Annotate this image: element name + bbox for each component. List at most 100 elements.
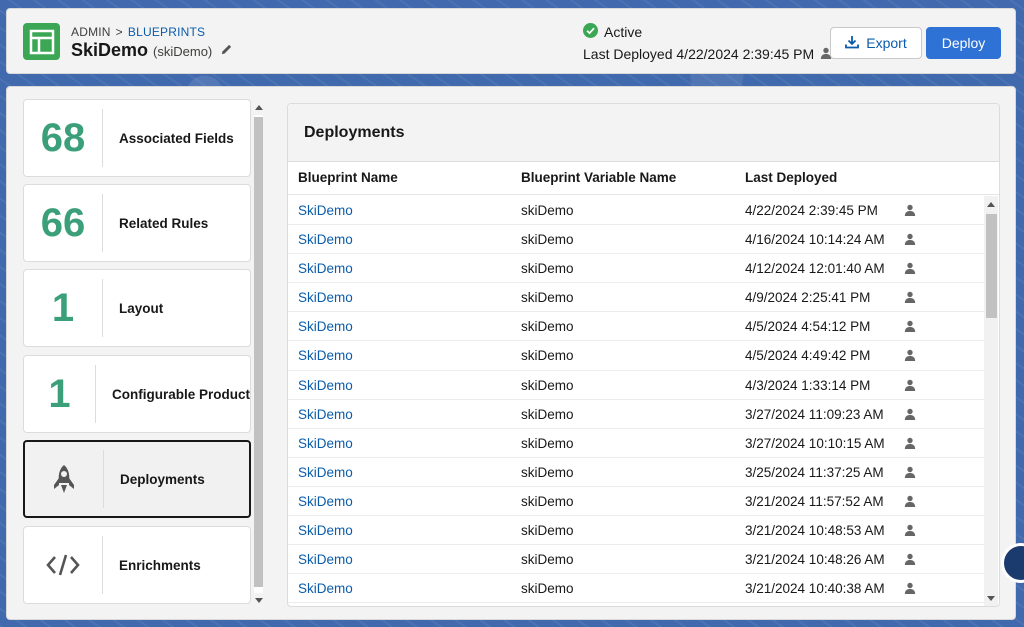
page-header: ADMIN > BLUEPRINTS SkiDemo (skiDemo) Activ… xyxy=(6,8,1016,74)
user-icon[interactable] xyxy=(904,495,917,508)
user-icon[interactable] xyxy=(904,291,917,304)
user-icon[interactable] xyxy=(904,320,917,333)
card-related-rules[interactable]: 66 Related Rules xyxy=(23,184,251,262)
scroll-down-icon[interactable] xyxy=(255,598,263,603)
blueprint-app-icon xyxy=(23,23,60,60)
last-deployed-cell: 4/16/2024 10:14:24 AM xyxy=(745,232,885,248)
variable-name-cell: skiDemo xyxy=(521,435,574,451)
breadcrumb-blueprints[interactable]: BLUEPRINTS xyxy=(128,25,205,39)
card-deployments[interactable]: Deployments xyxy=(23,440,251,518)
blueprint-name-link[interactable]: SkiDemo xyxy=(298,348,353,363)
breadcrumb-root[interactable]: ADMIN xyxy=(71,25,111,39)
scroll-up-icon[interactable] xyxy=(255,105,263,110)
deployments-table-body: SkiDemo skiDemo 4/22/2024 2:39:45 PM SkiDem… xyxy=(288,196,984,604)
variable-name-cell: skiDemo xyxy=(521,523,574,539)
last-deployed-cell: 4/12/2024 12:01:40 AM xyxy=(745,261,885,277)
column-header-last-deployed[interactable]: Last Deployed xyxy=(745,170,837,185)
blueprint-name-link[interactable]: SkiDemo xyxy=(298,290,353,305)
user-icon[interactable] xyxy=(904,524,917,537)
card-associated-fields[interactable]: 68 Associated Fields xyxy=(23,99,251,177)
scroll-down-icon[interactable] xyxy=(987,596,995,601)
user-icon[interactable] xyxy=(904,204,917,217)
page-subtitle: (skiDemo) xyxy=(153,44,213,59)
card-label: Configurable Product xyxy=(112,386,250,402)
card-label: Deployments xyxy=(120,471,205,487)
blueprint-name-link[interactable]: SkiDemo xyxy=(298,407,353,422)
variable-name-cell: skiDemo xyxy=(521,552,574,568)
blueprint-name-link[interactable]: SkiDemo xyxy=(298,552,353,567)
pencil-icon[interactable] xyxy=(220,43,234,57)
last-deployed-cell: 4/9/2024 2:25:41 PM xyxy=(745,290,871,306)
user-icon[interactable] xyxy=(904,262,917,275)
last-deployed-text: Last Deployed 4/22/2024 2:39:45 PM xyxy=(583,46,815,62)
blueprint-name-link[interactable]: SkiDemo xyxy=(298,232,353,247)
last-deployed-cell: 3/27/2024 11:09:23 AM xyxy=(745,406,884,422)
user-icon[interactable] xyxy=(904,466,917,479)
table-row: SkiDemo skiDemo 4/16/2024 10:14:24 AM xyxy=(288,225,984,255)
last-deployed-cell: 4/5/2024 4:49:42 PM xyxy=(745,348,871,364)
user-icon[interactable] xyxy=(904,379,917,392)
blueprint-name-link[interactable]: SkiDemo xyxy=(298,436,353,451)
cards-scrollbar[interactable] xyxy=(252,101,264,607)
blueprint-name-link[interactable]: SkiDemo xyxy=(298,261,353,276)
card-enrichments[interactable]: Enrichments xyxy=(23,526,251,604)
last-deployed-cell: 3/21/2024 11:57:52 AM xyxy=(745,493,884,509)
status-text: Active xyxy=(604,24,643,40)
variable-name-cell: skiDemo xyxy=(521,493,574,509)
table-row: SkiDemo skiDemo 4/5/2024 4:49:42 PM xyxy=(288,341,984,371)
blueprint-name-link[interactable]: SkiDemo xyxy=(298,319,353,334)
column-header-variable-name[interactable]: Blueprint Variable Name xyxy=(521,170,676,185)
user-icon[interactable] xyxy=(904,349,917,362)
user-icon[interactable] xyxy=(904,437,917,450)
variable-name-cell: skiDemo xyxy=(521,203,574,218)
card-value: 1 xyxy=(48,371,71,416)
export-button[interactable]: Export xyxy=(830,27,922,59)
last-deployed-cell: 3/25/2024 11:37:25 AM xyxy=(745,464,884,480)
last-deployed-cell: 3/27/2024 10:10:15 AM xyxy=(745,435,885,451)
variable-name-cell: skiDemo xyxy=(521,290,574,306)
last-deployed-cell: 4/3/2024 1:33:14 PM xyxy=(745,377,871,393)
table-row: SkiDemo skiDemo 4/12/2024 12:01:40 AM xyxy=(288,254,984,284)
variable-name-cell: skiDemo xyxy=(521,232,574,248)
scroll-up-icon[interactable] xyxy=(987,202,995,207)
deploy-button-label: Deploy xyxy=(941,35,986,51)
deploy-button[interactable]: Deploy xyxy=(926,27,1001,59)
blueprint-name-link[interactable]: SkiDemo xyxy=(298,378,353,393)
blueprint-name-link[interactable]: SkiDemo xyxy=(298,494,353,509)
deployments-panel: Deployments Blueprint Name Blueprint Var… xyxy=(287,103,1000,607)
card-layout[interactable]: 1 Layout xyxy=(23,269,251,347)
blueprint-name-link[interactable]: SkiDemo xyxy=(298,523,353,538)
table-row: SkiDemo skiDemo 4/9/2024 2:25:41 PM xyxy=(288,283,984,313)
card-label: Related Rules xyxy=(119,215,209,231)
table-row: SkiDemo skiDemo 3/27/2024 11:09:23 AM xyxy=(288,400,984,429)
variable-name-cell: skiDemo xyxy=(521,406,574,422)
last-deployed-cell: 3/21/2024 10:48:26 AM xyxy=(745,552,885,568)
user-icon[interactable] xyxy=(904,233,917,246)
variable-name-cell: skiDemo xyxy=(521,377,574,393)
user-icon[interactable] xyxy=(904,553,917,566)
table-row: SkiDemo skiDemo 3/21/2024 11:57:52 AM xyxy=(288,487,984,517)
table-header: Blueprint Name Blueprint Variable Name L… xyxy=(288,162,999,195)
table-row: SkiDemo skiDemo 4/5/2024 4:54:12 PM xyxy=(288,312,984,342)
blueprint-name-link[interactable]: SkiDemo xyxy=(298,465,353,480)
page-title: SkiDemo xyxy=(71,40,149,60)
blueprint-name-link[interactable]: SkiDemo xyxy=(298,581,353,596)
variable-name-cell: skiDemo xyxy=(521,581,574,597)
user-icon[interactable] xyxy=(904,582,917,595)
blueprint-name-link[interactable]: SkiDemo xyxy=(298,203,353,218)
scroll-thumb[interactable] xyxy=(986,214,997,318)
column-header-blueprint-name[interactable]: Blueprint Name xyxy=(298,170,398,185)
scroll-thumb[interactable] xyxy=(254,117,263,587)
user-icon[interactable] xyxy=(904,408,917,421)
table-row: SkiDemo skiDemo 4/22/2024 2:39:45 PM xyxy=(288,196,984,226)
card-value: 68 xyxy=(40,115,86,160)
table-row: SkiDemo skiDemo 3/21/2024 10:40:38 AM xyxy=(288,574,984,604)
card-configurable-product[interactable]: 1 Configurable Product xyxy=(23,355,251,433)
export-button-label: Export xyxy=(866,35,907,51)
last-deployed-cell: 4/5/2024 4:54:12 PM xyxy=(745,319,871,335)
card-label: Layout xyxy=(119,300,164,316)
table-row: SkiDemo skiDemo 3/27/2024 10:10:15 AM xyxy=(288,429,984,458)
table-scrollbar[interactable] xyxy=(984,196,998,606)
last-deployed-cell: 4/22/2024 2:39:45 PM xyxy=(745,203,878,218)
check-circle-icon xyxy=(583,23,598,41)
